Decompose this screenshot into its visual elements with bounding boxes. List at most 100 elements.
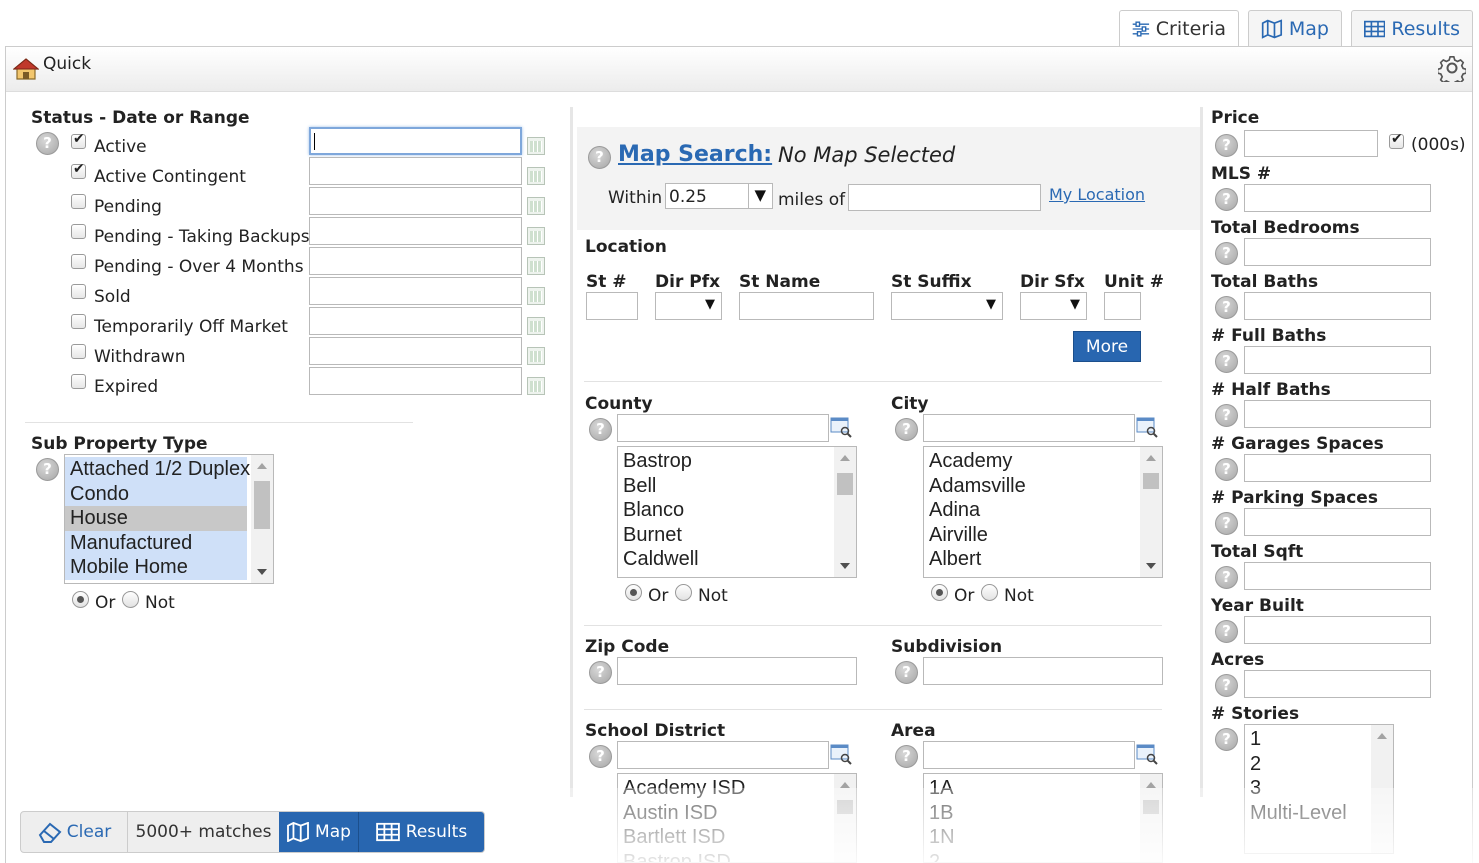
sub-not-radio[interactable]: [122, 591, 139, 608]
help-icon[interactable]: ?: [1215, 188, 1238, 211]
status-date-input[interactable]: [309, 367, 522, 395]
list-item[interactable]: Bastrop: [618, 449, 856, 474]
list-item[interactable]: Albert: [924, 547, 1162, 572]
calendar-icon[interactable]: [527, 377, 545, 395]
status-checkbox[interactable]: [71, 284, 86, 299]
field-input-full-baths[interactable]: [1244, 346, 1431, 374]
status-checkbox[interactable]: [71, 374, 86, 389]
status-date-input[interactable]: [309, 247, 522, 275]
list-item[interactable]: Attached 1/2 Duplex: [65, 457, 250, 482]
field-input-bedrooms[interactable]: [1244, 238, 1431, 266]
tab-criteria[interactable]: Criteria: [1119, 10, 1239, 46]
unit-input[interactable]: [1104, 292, 1141, 320]
field-input-acres[interactable]: [1244, 670, 1431, 698]
help-icon[interactable]: ?: [589, 661, 612, 684]
calendar-icon[interactable]: [527, 227, 545, 245]
tab-results[interactable]: Results: [1351, 10, 1473, 46]
list-item[interactable]: Academy: [924, 449, 1162, 474]
status-checkbox[interactable]: [71, 224, 86, 239]
city-search-input[interactable]: [923, 414, 1135, 442]
list-item[interactable]: Bell: [618, 474, 856, 499]
help-icon[interactable]: ?: [1215, 350, 1238, 373]
list-item[interactable]: Manufactured: [65, 530, 247, 556]
help-icon[interactable]: ?: [1215, 242, 1238, 265]
st-num-input[interactable]: [586, 292, 638, 320]
help-icon[interactable]: ?: [589, 745, 612, 768]
tab-map[interactable]: Map: [1248, 10, 1342, 46]
list-item[interactable]: Mobile Home: [65, 555, 247, 580]
list-item[interactable]: Caldwell: [618, 547, 856, 572]
help-icon[interactable]: ?: [36, 458, 59, 481]
lookup-icon[interactable]: [830, 416, 852, 438]
area-search-input[interactable]: [923, 741, 1135, 769]
status-checkbox[interactable]: [71, 254, 86, 269]
list-item[interactable]: Airville: [924, 523, 1162, 548]
gear-icon[interactable]: [1438, 54, 1466, 82]
status-date-input[interactable]: [309, 307, 522, 335]
scrollbar[interactable]: [834, 447, 856, 577]
address-input[interactable]: [848, 184, 1041, 211]
thousands-checkbox[interactable]: [1389, 131, 1404, 149]
help-icon[interactable]: ?: [1215, 134, 1238, 157]
lookup-icon[interactable]: [1136, 416, 1158, 438]
field-input-half-baths[interactable]: [1244, 400, 1431, 428]
field-input-mls[interactable]: [1244, 184, 1431, 212]
help-icon[interactable]: ?: [895, 661, 918, 684]
help-icon[interactable]: ?: [589, 418, 612, 441]
price-input[interactable]: [1244, 130, 1378, 157]
my-location-link[interactable]: My Location: [1049, 185, 1145, 204]
zip-input[interactable]: [617, 657, 857, 685]
field-input-parking[interactable]: [1244, 508, 1431, 536]
more-button[interactable]: More: [1073, 331, 1141, 362]
list-item[interactable]: Adamsville: [924, 474, 1162, 499]
bottom-map-button[interactable]: Map: [279, 812, 359, 852]
sub-or-radio[interactable]: [72, 591, 89, 608]
status-date-input[interactable]: [309, 157, 522, 185]
help-icon[interactable]: ?: [1215, 458, 1238, 481]
status-checkbox[interactable]: [71, 131, 86, 149]
help-icon[interactable]: ?: [588, 146, 611, 169]
field-input-baths[interactable]: [1244, 292, 1431, 320]
status-checkbox[interactable]: [71, 194, 86, 209]
county-or-radio[interactable]: [625, 584, 642, 601]
list-item[interactable]: Blanco: [618, 498, 856, 523]
distance-select[interactable]: 0.25 ▼: [665, 183, 773, 209]
help-icon[interactable]: ?: [895, 745, 918, 768]
county-listbox[interactable]: Bastrop Bell Blanco Burnet Caldwell: [617, 446, 857, 578]
list-item[interactable]: Burnet: [618, 523, 856, 548]
status-date-input[interactable]: [309, 277, 522, 305]
st-name-input[interactable]: [739, 292, 874, 320]
map-search-link[interactable]: Map Search:: [618, 142, 772, 167]
help-icon[interactable]: ?: [1215, 512, 1238, 535]
help-icon[interactable]: ?: [1215, 296, 1238, 319]
help-icon[interactable]: ?: [36, 132, 59, 155]
st-suffix-select[interactable]: ▼: [891, 292, 1003, 320]
county-search-input[interactable]: [617, 414, 829, 442]
help-icon[interactable]: ?: [1215, 404, 1238, 427]
city-not-radio[interactable]: [981, 584, 998, 601]
county-not-radio[interactable]: [675, 584, 692, 601]
subdivision-input[interactable]: [923, 657, 1163, 685]
city-listbox[interactable]: Academy Adamsville Adina Airville Albert: [923, 446, 1163, 578]
list-item[interactable]: Adina: [924, 498, 1162, 523]
field-input-sqft[interactable]: [1244, 562, 1431, 590]
calendar-icon[interactable]: [527, 287, 545, 305]
calendar-icon[interactable]: [527, 347, 545, 365]
calendar-icon[interactable]: [527, 257, 545, 275]
calendar-icon[interactable]: [527, 137, 545, 155]
status-date-input[interactable]: [309, 337, 522, 365]
calendar-icon[interactable]: [527, 197, 545, 215]
lookup-icon[interactable]: [1136, 743, 1158, 765]
calendar-icon[interactable]: [527, 317, 545, 335]
clear-button[interactable]: Clear: [21, 812, 128, 852]
sub-property-listbox[interactable]: Attached 1/2 Duplex Condo House Manufacture…: [64, 454, 274, 584]
dir-sfx-select[interactable]: ▼: [1020, 292, 1087, 320]
help-icon[interactable]: ?: [895, 418, 918, 441]
field-input-year-built[interactable]: [1244, 616, 1431, 644]
dir-pfx-select[interactable]: ▼: [655, 292, 722, 320]
scrollbar[interactable]: [251, 455, 273, 583]
help-icon[interactable]: ?: [1215, 674, 1238, 697]
list-item[interactable]: House: [65, 506, 247, 531]
school-search-input[interactable]: [617, 741, 829, 769]
bottom-results-button[interactable]: Results: [359, 812, 484, 852]
